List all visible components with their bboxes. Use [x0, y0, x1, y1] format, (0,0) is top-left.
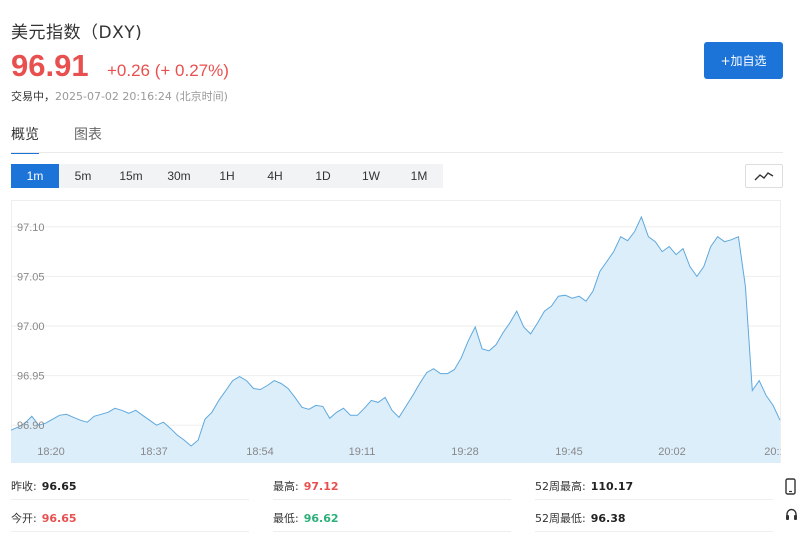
price-area — [11, 216, 780, 463]
stat-label: 今开: — [11, 512, 37, 525]
stat-label: 52周最高: — [535, 480, 586, 493]
x-tick-label: 19:28 — [451, 446, 479, 458]
stat-low52: 52周最低: 96.38 — [535, 510, 626, 526]
range-5m[interactable]: 5m — [59, 164, 107, 188]
divider — [273, 499, 511, 500]
stat-label: 52周最低: — [535, 512, 586, 525]
range-selector: 1m 5m 15m 30m 1H 4H 1D 1W 1M — [11, 164, 443, 188]
phone-icon[interactable] — [785, 478, 796, 495]
line-chart-icon — [754, 172, 774, 181]
trade-status-label: 交易中， — [11, 90, 55, 103]
range-1mo[interactable]: 1M — [395, 164, 443, 188]
stat-value: 97.12 — [303, 480, 339, 493]
y-tick-label: 97.00 — [17, 321, 45, 333]
stat-high: 最高: 97.12 — [273, 478, 339, 494]
stat-prev-close: 昨收: 96.65 — [11, 478, 77, 494]
range-30m[interactable]: 30m — [155, 164, 203, 188]
stat-low: 最低: 96.62 — [273, 510, 339, 526]
y-tick-label: 96.90 — [17, 420, 45, 432]
x-tick-label: 19:11 — [349, 446, 376, 458]
stat-value: 110.17 — [590, 480, 634, 493]
range-1d[interactable]: 1D — [299, 164, 347, 188]
trade-datetime: 2025-07-02 20:16:24 (北京时间) — [55, 90, 228, 103]
y-tick-label: 97.10 — [17, 222, 45, 234]
x-tick-label: 18:20 — [37, 446, 65, 458]
tab-bar: 概览 图表 — [11, 124, 102, 154]
price-change: +0.26 (+ 0.27%) — [107, 61, 229, 80]
stat-open: 今开: 96.65 — [11, 510, 77, 526]
divider — [273, 531, 511, 532]
current-price: 96.91 — [11, 48, 89, 83]
price-chart[interactable]: 97.10 97.05 97.00 96.95 96.90 18:20 18:37 18:5… — [11, 200, 781, 463]
tab-overview[interactable]: 概览 — [11, 124, 39, 154]
stat-value: 96.62 — [303, 512, 339, 525]
stat-label: 最低: — [273, 512, 299, 525]
range-4h[interactable]: 4H — [251, 164, 299, 188]
x-tick-label: 20:1 — [764, 446, 781, 458]
range-1h[interactable]: 1H — [203, 164, 251, 188]
stat-value: 96.38 — [590, 512, 626, 525]
stat-label: 最高: — [273, 480, 299, 493]
tab-divider — [11, 152, 783, 153]
y-tick-label: 97.05 — [17, 271, 45, 283]
range-1w[interactable]: 1W — [347, 164, 395, 188]
y-tick-label: 96.95 — [17, 371, 45, 383]
trade-status: 交易中，2025-07-02 20:16:24 (北京时间) — [11, 88, 228, 104]
range-15m[interactable]: 15m — [107, 164, 155, 188]
divider — [535, 531, 773, 532]
side-toolbar — [782, 474, 800, 533]
x-tick-label: 18:54 — [246, 446, 274, 458]
divider — [11, 531, 249, 532]
page-title: 美元指数（DXY) — [11, 23, 143, 43]
stat-label: 昨收: — [11, 480, 37, 493]
tab-chart[interactable]: 图表 — [74, 124, 102, 154]
y-axis-labels: 97.10 97.05 97.00 96.95 96.90 — [17, 222, 45, 432]
add-watchlist-button[interactable]: +加自选 — [704, 42, 783, 79]
x-tick-label: 19:45 — [555, 446, 583, 458]
x-tick-label: 18:37 — [140, 446, 168, 458]
stat-value: 96.65 — [41, 480, 77, 493]
headset-icon[interactable] — [785, 507, 798, 521]
divider — [535, 499, 773, 500]
stat-high52: 52周最高: 110.17 — [535, 478, 633, 494]
range-1m[interactable]: 1m — [11, 164, 59, 188]
chart-type-button[interactable] — [745, 164, 783, 188]
divider — [11, 499, 249, 500]
stat-value: 96.65 — [41, 512, 77, 525]
x-tick-label: 20:02 — [658, 446, 686, 458]
